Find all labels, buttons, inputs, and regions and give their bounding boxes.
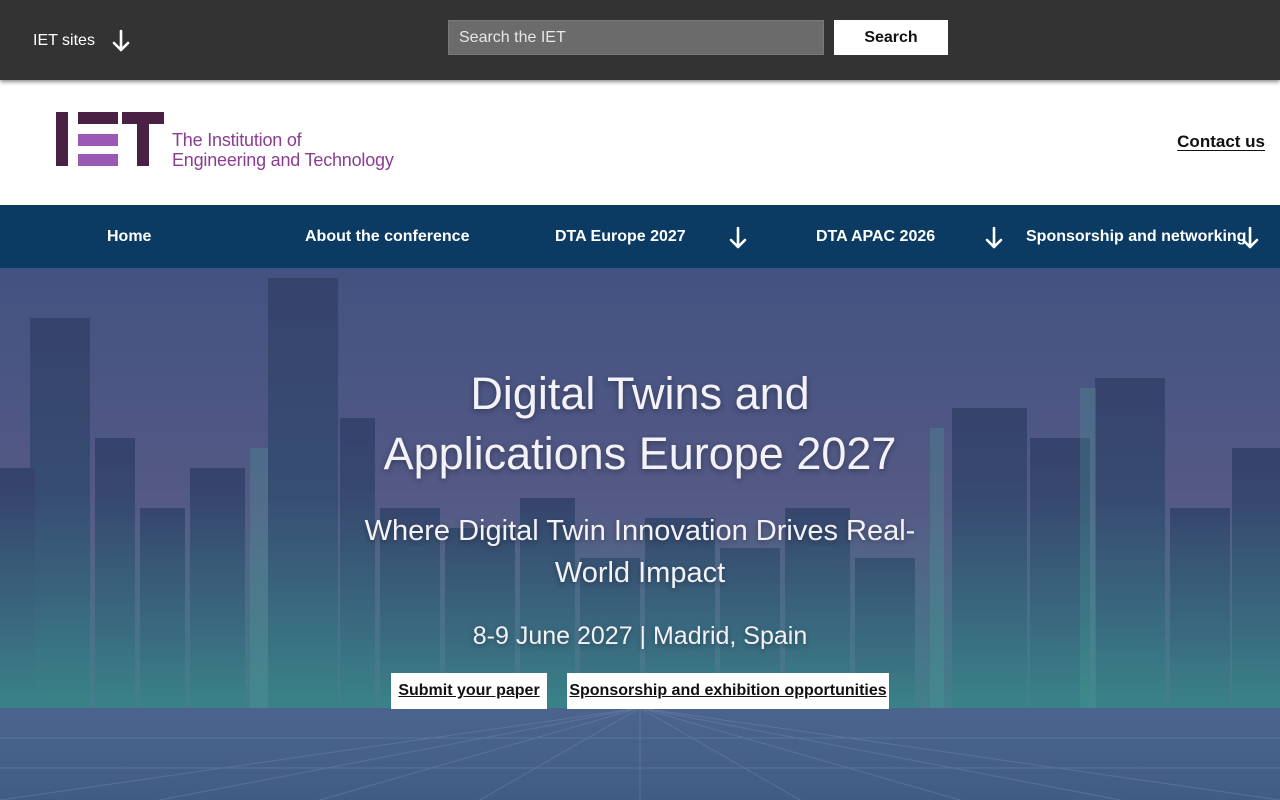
hero-title: Digital Twins and Applications Europe 20… — [340, 364, 940, 484]
iet-logo-mark — [56, 112, 164, 166]
logo-line-2: Engineering and Technology — [172, 150, 394, 170]
utility-bar: IET sites Search — [0, 0, 1280, 80]
sponsorship-dropdown-icon[interactable] — [1240, 226, 1260, 250]
nav-item-sponsorship[interactable]: Sponsorship and networking — [1026, 205, 1246, 268]
hero-subtitle-line-2: World Impact — [554, 557, 726, 589]
hero-subtitle: Where Digital Twin Innovation Drives Rea… — [330, 510, 950, 594]
brand-header: The Institution of Engineering and Techn… — [0, 80, 1280, 205]
nav-item-dta-europe[interactable]: DTA Europe 2027 — [555, 205, 686, 268]
iet-logo[interactable]: The Institution of Engineering and Techn… — [56, 112, 394, 170]
nav-item-about[interactable]: About the conference — [305, 205, 469, 268]
nav-item-dta-apac[interactable]: DTA APAC 2026 — [816, 205, 935, 268]
iet-sites-toggle[interactable]: IET sites — [33, 28, 131, 54]
arrow-down-icon — [112, 29, 130, 52]
iet-sites-label: IET sites — [33, 32, 95, 49]
contact-us-link[interactable]: Contact us — [1177, 132, 1265, 152]
submit-paper-button[interactable]: Submit your paper — [391, 673, 547, 709]
nav-item-home[interactable]: Home — [107, 205, 151, 268]
dta-europe-dropdown-icon[interactable] — [728, 226, 748, 250]
dta-apac-dropdown-icon[interactable] — [984, 226, 1004, 250]
search-button[interactable]: Search — [834, 20, 948, 55]
main-nav: Home About the conference DTA Europe 202… — [0, 205, 1280, 268]
event-date-location: 8-9 June 2027 | Madrid, Spain — [472, 622, 808, 650]
logo-text: The Institution of Engineering and Techn… — [172, 130, 394, 170]
hero-title-line-1: Digital Twins and — [470, 368, 810, 419]
logo-line-1: The Institution of — [172, 130, 302, 150]
hero-title-line-2: Applications Europe 2027 — [383, 428, 897, 479]
sponsorship-opportunities-button[interactable]: Sponsorship and exhibition opportunities — [567, 673, 889, 709]
hero-banner: Digital Twins and Applications Europe 20… — [0, 268, 1280, 800]
search-input[interactable] — [448, 20, 824, 55]
hero-subtitle-line-1: Where Digital Twin Innovation Drives Rea… — [364, 515, 916, 547]
